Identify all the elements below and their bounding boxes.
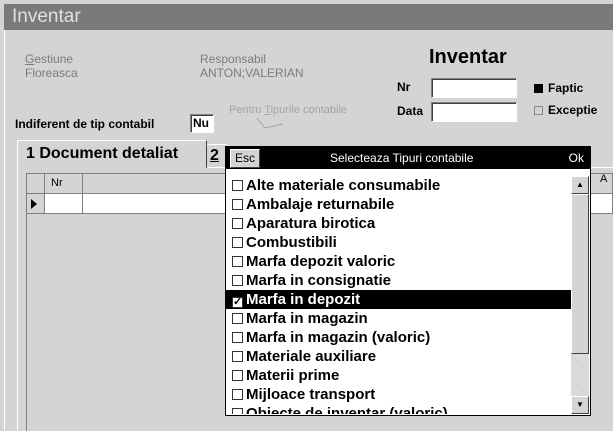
- list-item-label: Materiale auxiliare: [246, 348, 377, 365]
- list-item[interactable]: ✓ Marfa in depozit: [226, 290, 572, 309]
- ok-button[interactable]: Ok: [569, 147, 584, 169]
- row-indicator: [27, 194, 45, 214]
- checkbox-icon[interactable]: [232, 180, 243, 191]
- checkbox-icon[interactable]: [232, 389, 243, 400]
- list-item-label: Marfa in consignatie: [246, 272, 392, 289]
- indiferent-field[interactable]: Nu: [190, 114, 214, 133]
- data-label: Data: [397, 104, 424, 118]
- checkbox-icon[interactable]: [232, 313, 243, 324]
- list-item[interactable]: Marfa in consignatie: [226, 271, 572, 290]
- checkbox-icon[interactable]: [232, 218, 243, 229]
- list-item[interactable]: Materii prime: [226, 366, 572, 385]
- grid-header-a[interactable]: A: [600, 173, 607, 185]
- list-item-label: Marfa depozit valoric: [246, 253, 396, 270]
- list-item[interactable]: Marfa in magazin: [226, 309, 572, 328]
- pentru-tipuri-label[interactable]: Pentru Tipurile contabile: [229, 104, 347, 116]
- faptic-option[interactable]: Faptic: [534, 81, 583, 95]
- popup-title: Selecteaza Tipuri contabile: [330, 151, 474, 165]
- checked-checkbox-icon[interactable]: ✓: [232, 297, 243, 308]
- pointer-arrow-icon: [256, 117, 284, 129]
- list-item[interactable]: Alte materiale consumabile: [226, 176, 572, 195]
- tab-document-detaliat-label: 1 Document detaliat: [26, 145, 179, 162]
- exceptie-checkbox-icon: [534, 106, 543, 115]
- checkbox-icon[interactable]: [232, 370, 243, 381]
- list-item[interactable]: Aparatura birotica: [226, 214, 572, 233]
- list-item[interactable]: Marfa in magazin (valoric): [226, 328, 572, 347]
- list-item-label: Marfa in magazin: [246, 310, 368, 327]
- grid-corner: [27, 174, 45, 194]
- list-item-label: Aparatura birotica: [246, 215, 376, 232]
- list-item-label: Combustibili: [246, 234, 337, 251]
- list-scrollbar[interactable]: ▲ ▼: [571, 176, 589, 414]
- gestiune-value: Floreasca: [25, 66, 78, 80]
- checkbox-icon[interactable]: [232, 351, 243, 362]
- gestiune-label: Gestiune: [25, 52, 74, 66]
- list-item-label: Marfa in depozit: [246, 291, 361, 308]
- scroll-down-button[interactable]: ▼: [571, 396, 589, 414]
- list-item[interactable]: Ambalaje returnabile: [226, 195, 572, 214]
- esc-button[interactable]: Esc: [230, 149, 261, 168]
- list-item-label: Marfa in magazin (valoric): [246, 329, 431, 346]
- window-title: Inventar: [4, 4, 613, 30]
- list-item[interactable]: Marfa depozit valoric: [226, 252, 572, 271]
- data-field[interactable]: [431, 102, 517, 122]
- list-item-label: Materii prime: [246, 367, 340, 384]
- current-row-arrow-icon: [31, 199, 37, 209]
- scroll-up-button[interactable]: ▲: [571, 176, 589, 194]
- list-item-label: Alte materiale consumabile: [246, 177, 441, 194]
- checkbox-icon[interactable]: [232, 256, 243, 267]
- tipuri-contabile-list[interactable]: Alte materiale consumabile Ambalaje retur…: [226, 176, 572, 414]
- checkbox-icon[interactable]: [232, 199, 243, 210]
- list-item[interactable]: Mijloace transport: [226, 385, 572, 404]
- grid-cell[interactable]: [45, 194, 83, 214]
- list-item[interactable]: Combustibili: [226, 233, 572, 252]
- tab-document-detaliat[interactable]: 1 Document detaliat: [17, 140, 207, 168]
- checkbox-icon[interactable]: [232, 237, 243, 248]
- tab-2[interactable]: 2: [207, 144, 227, 168]
- scroll-thumb[interactable]: [571, 194, 589, 354]
- responsabil-label: Responsabil: [200, 52, 267, 66]
- responsabil-value: ANTON;VALERIAN: [200, 66, 304, 80]
- grid-header-nr[interactable]: Nr: [45, 174, 83, 194]
- list-item-label: Mijloace transport: [246, 386, 376, 403]
- document-title: Inventar: [429, 46, 507, 68]
- list-item-label: Ambalaje returnabile: [246, 196, 395, 213]
- list-item[interactable]: Materiale auxiliare: [226, 347, 572, 366]
- tab-2-label: 2: [210, 147, 219, 164]
- list-item[interactable]: Obiecte de inventar (valoric): [226, 404, 572, 414]
- checkbox-icon[interactable]: [232, 275, 243, 286]
- nr-label: Nr: [397, 80, 411, 94]
- faptic-checkbox-icon: [534, 84, 543, 93]
- list-item-label: Obiecte de inventar (valoric): [246, 405, 448, 414]
- exceptie-option[interactable]: Exceptie: [534, 103, 597, 117]
- exceptie-label: Exceptie: [548, 103, 598, 117]
- indiferent-label: Indiferent de tip contabil: [15, 117, 155, 131]
- tipuri-contabile-popup: Esc Selecteaza Tipuri contabile Ok Alte …: [225, 146, 591, 416]
- faptic-label: Faptic: [548, 81, 584, 95]
- checkbox-icon[interactable]: [232, 332, 243, 343]
- checkbox-icon[interactable]: [232, 408, 243, 414]
- popup-header: Esc Selecteaza Tipuri contabile Ok: [226, 147, 590, 169]
- nr-field[interactable]: [431, 78, 517, 98]
